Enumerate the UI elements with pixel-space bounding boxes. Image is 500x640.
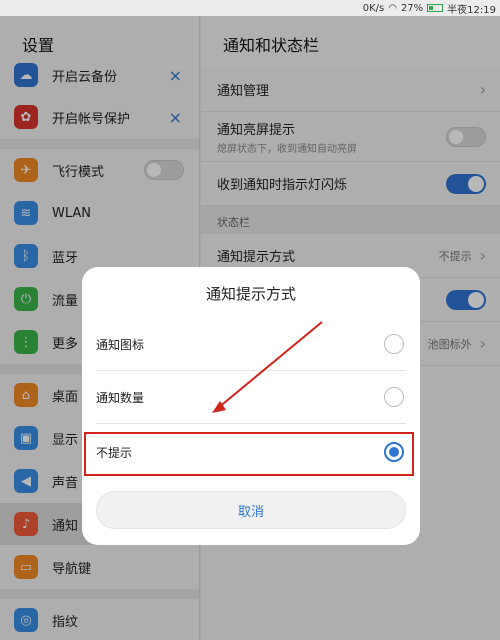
status-bar: 0K/s ◠ 27% 半夜12:19 <box>0 0 500 16</box>
radio-button[interactable] <box>384 387 404 407</box>
wifi-icon: ◠ <box>388 2 397 14</box>
cancel-button[interactable]: 取消 <box>96 491 406 529</box>
battery-percent: 27% <box>400 2 424 14</box>
network-speed: 0K/s <box>362 2 385 14</box>
option-label: 通知图标 <box>96 337 145 352</box>
divider <box>96 423 406 424</box>
dialog-title: 通知提示方式 <box>205 285 296 303</box>
option-notification-icon[interactable]: 通知图标 <box>96 318 406 370</box>
option-label: 通知数量 <box>96 390 145 405</box>
option-notification-count[interactable]: 通知数量 <box>96 371 406 423</box>
highlight-box <box>84 432 414 476</box>
notification-style-dialog: 通知提示方式 通知图标 通知数量 不提示 取消 <box>82 267 420 545</box>
clock: 半夜12:19 <box>447 4 496 16</box>
radio-button[interactable] <box>384 334 404 354</box>
battery-icon <box>427 4 444 12</box>
